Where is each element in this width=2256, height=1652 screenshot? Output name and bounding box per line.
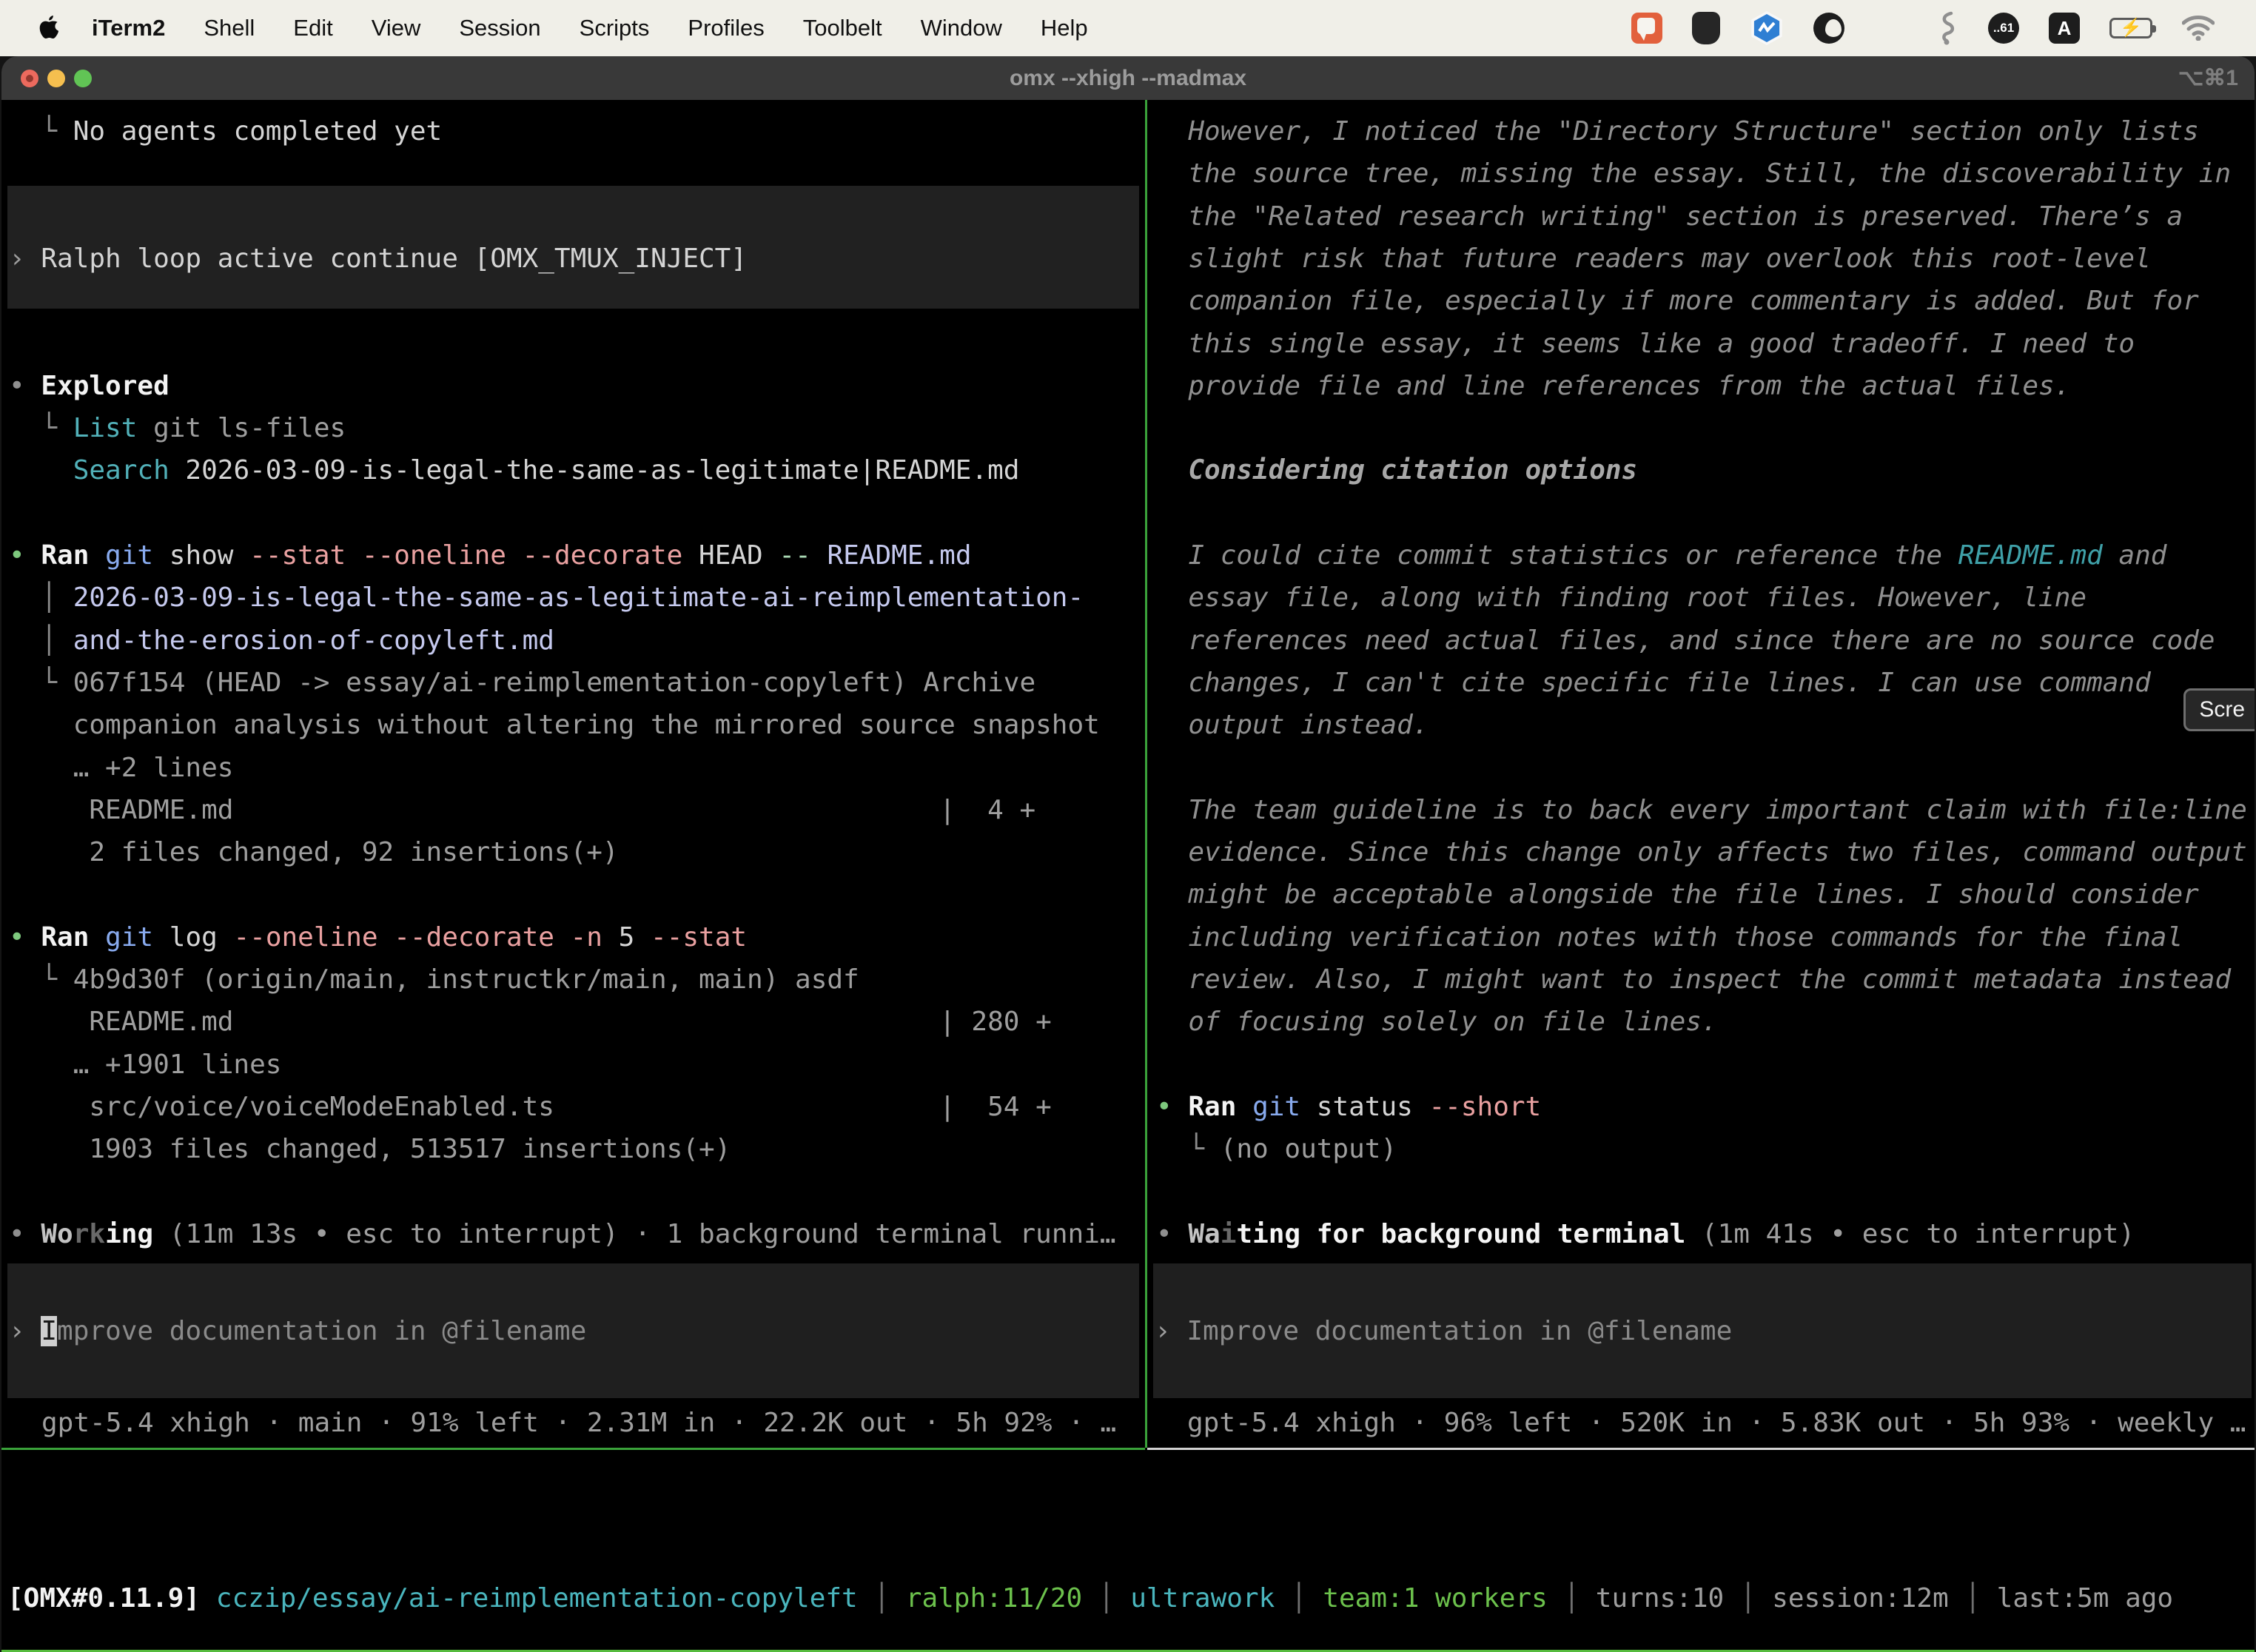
git-log-output: … +1901 lines xyxy=(9,1044,1145,1087)
menu-bar: iTerm2 Shell Edit View Session Scripts Profile… xyxy=(0,0,2256,56)
git-log-output: README.md | 280 + xyxy=(9,1001,1145,1044)
prompt-chevron: › xyxy=(1155,1316,1186,1346)
thinking-text: this single essay, it seems like a good … xyxy=(1156,323,2255,366)
git-status-output: └ (no output) xyxy=(1156,1128,2255,1171)
prompt-chevron: › xyxy=(9,1316,41,1346)
model-status-line-right: gpt-5.4 xhigh · 96% left · 520K in · 5.8… xyxy=(1155,1403,2255,1444)
screen-tooltip: Scre xyxy=(2183,688,2255,731)
input-text: Improve documentation in @filename xyxy=(1186,1316,1732,1346)
zoom-button[interactable] xyxy=(74,70,92,87)
input-line: › Improve documentation in @filename xyxy=(1153,1316,1732,1346)
terminal-area: └ No agents completed yet › Ralph loop ac… xyxy=(1,100,2255,1652)
wifi-icon[interactable] xyxy=(2182,16,2215,41)
working-status: • Working (11m 13s • esc to interrupt) ·… xyxy=(9,1213,1145,1256)
git-show-arg: │ 2026-03-09-is-legal-the-same-as-legiti… xyxy=(9,577,1145,620)
pane-border-right xyxy=(1147,1448,2255,1450)
tooltip-text: Scre xyxy=(2199,697,2245,722)
right-pane[interactable]: However, I noticed the "Directory Struct… xyxy=(1147,100,2255,1448)
git-log-output: src/voice/voiceModeEnabled.ts | 54 + xyxy=(9,1086,1145,1129)
git-show-output: 2 files changed, 92 insertions(+) xyxy=(9,831,1145,874)
thinking-text: However, I noticed the "Directory Struct… xyxy=(1156,110,2255,153)
menu-profiles[interactable]: Profiles xyxy=(688,15,764,41)
model-status-line-left: gpt-5.4 xhigh · main · 91% left · 2.31M … xyxy=(9,1403,1145,1444)
git-show-arg: │ and-the-erosion-of-copyleft.md xyxy=(9,620,1145,662)
thinking-text: companion file, especially if more comme… xyxy=(1156,280,2255,323)
input-line: › Improve documentation in @filename xyxy=(7,1316,586,1346)
thinking-text: output instead. xyxy=(1156,704,2255,747)
ran-git-status: • Ran git status --short xyxy=(1156,1086,2255,1129)
omx-status-line: [OMX#0.11.9] cczip/essay/ai-reimplementa… xyxy=(7,1577,2255,1621)
close-button[interactable] xyxy=(21,70,38,87)
text-cursor: I xyxy=(41,1316,57,1346)
screen-time-pie-icon[interactable] xyxy=(1813,13,1844,44)
iterm2-window: omx --xhigh --madmax ⌥⌘1 └ No agents com… xyxy=(1,56,2255,1652)
waiting-status: • Waiting for background terminal (1m 41… xyxy=(1156,1213,2255,1256)
input-source-icon[interactable]: A xyxy=(2049,13,2080,44)
explored-list: └ List git ls-files xyxy=(9,407,1145,450)
menu-items: iTerm2 Shell Edit View Session Scripts Profile… xyxy=(92,15,1088,41)
menu-window[interactable]: Window xyxy=(921,15,1002,41)
chat-app-icon[interactable] xyxy=(1631,13,1662,44)
explored-header: • Explored xyxy=(9,365,1145,408)
git-show-output: companion analysis without altering the … xyxy=(9,704,1145,747)
thinking-text: the "Related research writing" section i… xyxy=(1156,195,2255,238)
menu-view[interactable]: View xyxy=(372,15,421,41)
agents-status-line: └ No agents completed yet xyxy=(9,110,1145,153)
thinking-text: The team guideline is to back every impo… xyxy=(1156,789,2255,832)
menu-toolbelt[interactable]: Toolbelt xyxy=(803,15,882,41)
ran-git-log: • Ran git log --oneline --decorate -n 5 … xyxy=(9,916,1145,959)
ralph-loop-line: › Ralph loop active continue [OMX_TMUX_I… xyxy=(9,238,1145,281)
thinking-text: slight risk that future readers may over… xyxy=(1156,238,2255,281)
window-shortcut-badge: ⌥⌘1 xyxy=(2178,65,2238,91)
thinking-text: evidence. Since this change only affects… xyxy=(1156,831,2255,874)
input-text: mprove documentation in @filename xyxy=(57,1316,586,1346)
git-show-output: … +2 lines xyxy=(9,747,1145,790)
thinking-text: of focusing solely on file lines. xyxy=(1156,1001,2255,1044)
thinking-text: references need actual files, and since … xyxy=(1156,620,2255,662)
thinking-text: provide file and line references from th… xyxy=(1156,365,2255,408)
git-log-output: └ 4b9d30f (origin/main, instructkr/main,… xyxy=(9,958,1145,1001)
bolt-glyph: ⚡ xyxy=(2120,19,2142,37)
prompt-input-left[interactable]: › Improve documentation in @filename xyxy=(7,1263,1139,1398)
git-log-output: 1903 files changed, 513517 insertions(+) xyxy=(9,1128,1145,1171)
thinking-text: including verification notes with those … xyxy=(1156,916,2255,959)
menu-edit[interactable]: Edit xyxy=(293,15,332,41)
apple-logo-icon[interactable] xyxy=(36,13,61,43)
menu-help[interactable]: Help xyxy=(1041,15,1088,41)
title-bar: omx --xhigh --madmax ⌥⌘1 xyxy=(1,56,2255,100)
dots-grid-icon[interactable] xyxy=(1874,13,1905,44)
hexagon-badge-icon[interactable] xyxy=(1750,11,1784,45)
battery-charging-icon[interactable]: ⚡ xyxy=(2109,18,2152,38)
thinking-text: changes, I can't cite specific file line… xyxy=(1156,662,2255,705)
git-show-output: README.md | 4 + xyxy=(9,789,1145,832)
thinking-heading: Considering citation options xyxy=(1156,449,2255,492)
squiggle-icon[interactable] xyxy=(1935,11,1958,45)
menu-session[interactable]: Session xyxy=(459,15,540,41)
menu-scripts[interactable]: Scripts xyxy=(580,15,650,41)
thinking-text: might be acceptable alongside the file l… xyxy=(1156,873,2255,916)
thinking-text: I could cite commit statistics or refere… xyxy=(1156,534,2255,577)
window-controls xyxy=(21,56,92,100)
prompt-input-right[interactable]: › Improve documentation in @filename xyxy=(1153,1263,2252,1398)
explored-search: Search 2026-03-09-is-legal-the-same-as-l… xyxy=(9,449,1145,492)
shield-grid-icon[interactable] xyxy=(1692,12,1720,44)
badge-61-icon[interactable]: ..61 xyxy=(1988,13,2019,44)
left-pane[interactable]: └ No agents completed yet › Ralph loop ac… xyxy=(1,100,1145,1448)
minimize-button[interactable] xyxy=(47,70,65,87)
menubar-status-icons: ..61 A ⚡ xyxy=(1631,11,2215,45)
thinking-text: review. Also, I might want to inspect th… xyxy=(1156,958,2255,1001)
menu-shell[interactable]: Shell xyxy=(204,15,255,41)
ran-git-show: • Ran git show --stat --oneline --decora… xyxy=(9,534,1145,577)
thinking-text: the source tree, missing the essay. Stil… xyxy=(1156,152,2255,195)
window-title: omx --xhigh --madmax xyxy=(1,66,2255,91)
pane-border-left xyxy=(1,1448,1145,1450)
thinking-text: essay file, along with finding root file… xyxy=(1156,577,2255,620)
menu-iterm2[interactable]: iTerm2 xyxy=(92,15,165,41)
git-show-output: └ 067f154 (HEAD -> essay/ai-reimplementa… xyxy=(9,662,1145,705)
